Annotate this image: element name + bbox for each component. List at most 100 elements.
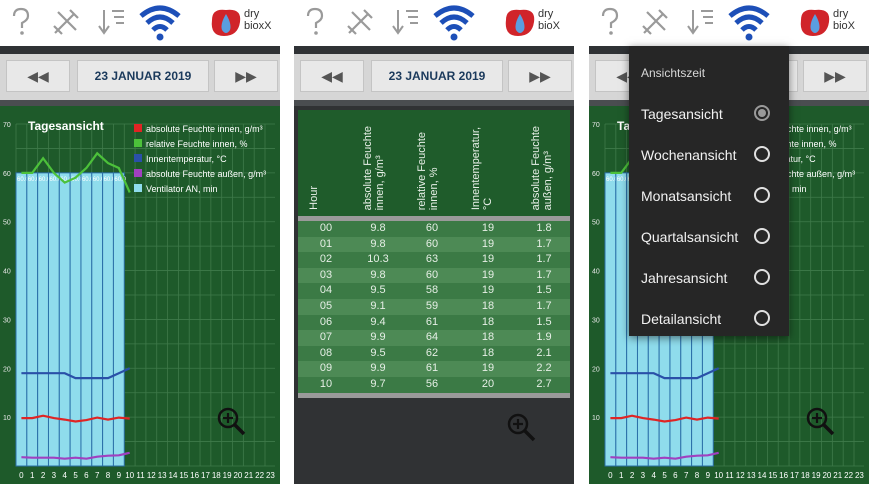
ventilator-bar [37,172,49,467]
tools-icon[interactable] [344,6,376,38]
x-tick-label: 18 [801,471,810,480]
radio-icon[interactable] [754,269,770,285]
data-table: Hour absolute Feuchte innen, g/m³ relati… [294,106,574,484]
logo-text: dry bioX [833,8,856,32]
x-tick-label: 12 [736,471,745,480]
radio-icon[interactable] [754,105,770,121]
table-cell: 60 [425,222,439,234]
x-tick-label: 11 [725,471,734,480]
menu-item-wochenansicht[interactable]: Wochenansicht [629,135,789,175]
menu-item-jahresansicht[interactable]: Jahresansicht [629,258,789,298]
date-button[interactable]: 23 JANUAR 2019 [371,60,503,92]
tools-icon[interactable] [639,6,671,38]
ventilator-bar [615,172,628,467]
wifi-icon[interactable] [727,4,771,42]
table-cell: 19 [481,284,495,297]
zoom-in-icon[interactable] [217,407,246,436]
menu-item-quartalsansicht[interactable]: Quartalsansicht [629,217,789,257]
table-cell: 62 [425,346,439,359]
menu-title: Ansichtszeit [641,66,706,80]
x-tick-label: 21 [244,471,253,480]
legend-label: absolute Feuchte außen, g/m³ [146,169,266,179]
table-row: 09 9.9 61 19 2.2 [298,361,570,377]
bioxx-logo: dry bioX [797,6,869,40]
table-cell: 9.5 [370,346,386,359]
table-cell: 9.9 [370,331,386,344]
table-cell: 9.1 [370,300,386,312]
menu-item-detailansicht[interactable]: Detailansicht [629,299,789,339]
header-temp: Innentemperatur, °C [470,126,494,210]
sort-icon[interactable] [96,6,126,38]
next-day-button[interactable]: ▶▶ [214,60,278,92]
table-cell: 04 [319,284,333,297]
tools-icon[interactable] [50,6,82,38]
y-tick-label: 40 [3,269,11,276]
menu-item-monatsansicht[interactable]: Monatsansicht [629,176,789,216]
radio-icon[interactable] [754,228,770,244]
table-cell: 9.8 [370,268,386,281]
table-row: 07 9.9 64 18 1.9 [298,330,570,346]
help-icon[interactable] [302,6,328,38]
prev-day-button[interactable]: ◀◀ [6,60,70,92]
table-cell: 2.1 [536,346,552,359]
table-row: 04 9.5 58 19 1.5 [298,283,570,299]
menu-item-tagesansicht[interactable]: Tagesansicht [629,94,789,134]
chart-area[interactable]: 60.060.060.060.060.060.060.060.060.060.0… [0,106,280,484]
table-cell: 18 [481,315,495,328]
table-cell: 1.5 [536,284,552,297]
legend-swatch [134,154,142,162]
x-tick-label: 11 [136,471,145,480]
wifi-icon[interactable] [432,4,476,42]
y-tick-label: 70 [592,122,600,129]
help-icon[interactable] [597,6,623,38]
table-cell: 9.8 [370,222,386,234]
table-cell: 9.4 [370,315,386,328]
next-day-button[interactable]: ▶▶ [508,60,572,92]
x-tick-label: 0 [608,471,613,480]
zoom-in-icon[interactable] [506,412,538,444]
header-abs-innen: absolute Feuchte innen, g/m³ [362,125,386,210]
ventilator-bar [604,172,617,467]
table-row: 08 9.5 62 18 2.1 [298,345,570,362]
radio-icon[interactable] [754,146,770,162]
table-cell: 00 [319,222,333,234]
table-cell: 1.5 [536,315,552,328]
ventilator-bar [26,172,39,467]
table-cell: 19 [481,362,495,375]
zoom-in-icon[interactable] [806,407,835,436]
date-navigation: ◀◀ 23 JANUAR 2019 ▶▶ [0,54,280,100]
x-tick-label: 14 [758,471,767,480]
x-tick-label: 19 [223,471,232,480]
ventilator-bar [47,172,60,467]
table-cell: 02 [319,253,333,266]
x-tick-label: 22 [844,471,853,480]
next-day-button[interactable]: ▶▶ [803,60,867,92]
sort-icon[interactable] [685,6,715,38]
bioxx-logo: dry bioxX [208,6,280,40]
legend-swatch [134,184,142,192]
divider [0,46,280,54]
table-cell: 61 [425,315,439,328]
x-tick-label: 22 [255,471,264,480]
radio-icon[interactable] [754,310,770,326]
divider [294,46,574,54]
x-tick-label: 15 [179,471,188,480]
x-tick-label: 13 [747,471,756,480]
table-cell: 01 [319,237,333,250]
logo-text: dry bioxX [244,8,272,32]
menu-item-label: Tagesansicht [641,106,723,122]
y-tick-label: 50 [3,220,11,227]
help-icon[interactable] [8,6,34,38]
y-tick-label: 30 [3,317,11,324]
x-tick-label: 20 [822,471,831,480]
prev-day-button[interactable]: ◀◀ [300,60,364,92]
table-row: 01 9.8 60 19 1.7 [298,236,570,253]
sort-icon[interactable] [390,6,420,38]
legend-label: Innentemperatur, °C [146,154,227,164]
wifi-icon[interactable] [138,4,182,42]
table-cell: 61 [425,362,439,375]
radio-icon[interactable] [754,187,770,203]
x-tick-label: 16 [779,471,788,480]
ventilator-bar [91,172,104,467]
date-button[interactable]: 23 JANUAR 2019 [77,60,209,92]
